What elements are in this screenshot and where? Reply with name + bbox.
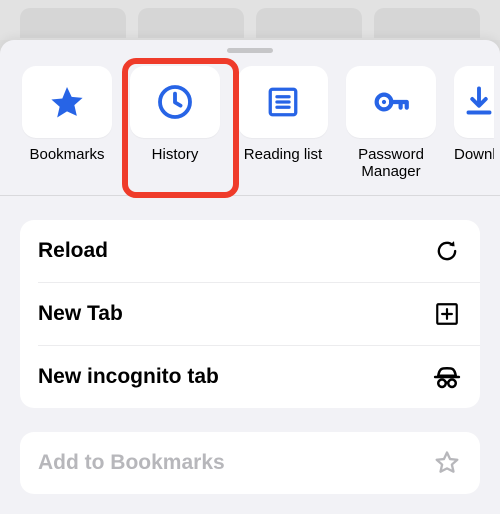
download-icon (461, 84, 497, 120)
new-tab-button[interactable]: New Tab (20, 283, 480, 345)
reload-label: Reload (38, 239, 108, 263)
star-filled-icon (48, 83, 86, 121)
clock-icon (155, 82, 195, 122)
tab-stub (374, 8, 480, 38)
list-icon (265, 84, 301, 120)
reading-list-label: Reading list (244, 146, 322, 163)
history-label: History (152, 146, 199, 163)
tab-stub (20, 8, 126, 38)
password-manager-button[interactable]: Password Manager (346, 66, 436, 181)
background-tabs (0, 0, 500, 40)
menu-section-2: Add to Bookmarks (20, 432, 480, 494)
reload-button[interactable]: Reload (20, 220, 480, 282)
downloads-label: Downl (454, 146, 494, 163)
password-manager-label: Password Manager (358, 146, 424, 181)
new-incognito-tab-button[interactable]: New incognito tab (20, 346, 480, 408)
bookmarks-button[interactable]: Bookmarks (22, 66, 112, 181)
reload-icon (432, 236, 462, 266)
key-icon (370, 81, 412, 123)
history-button[interactable]: History (130, 66, 220, 181)
quick-actions-row: Bookmarks History Reading list (0, 40, 500, 195)
star-outline-icon (432, 448, 462, 478)
incognito-icon (432, 362, 462, 392)
bookmarks-label: Bookmarks (29, 146, 104, 163)
menu-section-1: Reload New Tab New incognito tab (20, 220, 480, 408)
sheet-grabber[interactable] (227, 48, 273, 53)
divider (0, 195, 500, 196)
tab-stub (256, 8, 362, 38)
reading-list-button[interactable]: Reading list (238, 66, 328, 181)
new-incognito-label: New incognito tab (38, 365, 219, 389)
menu-sheet: Bookmarks History Reading list (0, 40, 500, 514)
add-bookmarks-label: Add to Bookmarks (38, 451, 225, 475)
downloads-button[interactable]: Downl (454, 66, 494, 181)
tab-stub (138, 8, 244, 38)
new-tab-label: New Tab (38, 302, 123, 326)
add-to-bookmarks-button[interactable]: Add to Bookmarks (20, 432, 480, 494)
plus-box-icon (432, 299, 462, 329)
